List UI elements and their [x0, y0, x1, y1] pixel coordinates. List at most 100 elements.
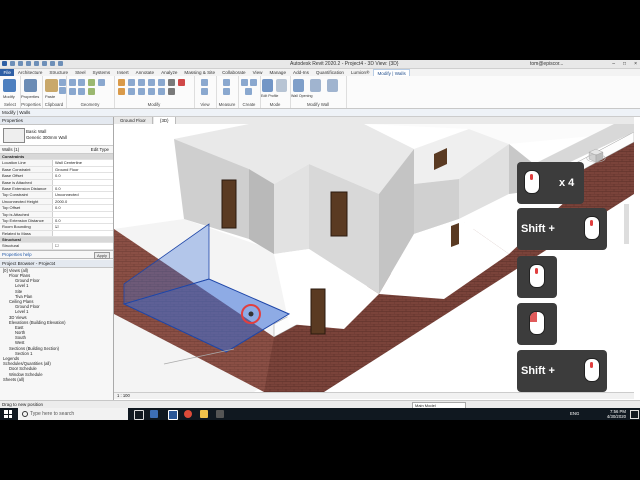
wall-joins-icon[interactable] — [78, 88, 85, 95]
file-explorer-icon[interactable] — [200, 410, 208, 418]
pin-icon[interactable] — [168, 79, 175, 86]
property-value[interactable]: ☑ — [52, 224, 113, 230]
copy-icon[interactable] — [59, 87, 66, 94]
tab-file[interactable]: File — [0, 69, 15, 76]
tab-structure[interactable]: Structure — [46, 69, 72, 76]
app-icon[interactable] — [216, 410, 224, 418]
door[interactable] — [330, 191, 348, 237]
tab-steel[interactable]: Steel — [72, 69, 89, 76]
mirror-pick-icon[interactable] — [138, 79, 145, 86]
attach-top-base-icon[interactable] — [310, 79, 321, 92]
print-icon[interactable] — [42, 61, 47, 66]
cope-icon[interactable] — [69, 79, 76, 86]
tab-quantification[interactable]: Quantification — [312, 69, 347, 76]
navigation-bar[interactable] — [624, 204, 629, 244]
cut-geometry-icon[interactable] — [69, 88, 76, 95]
property-value[interactable] — [52, 179, 113, 185]
notifications-icon[interactable] — [630, 410, 639, 419]
minimize-button[interactable]: – — [612, 61, 615, 67]
create-group-icon[interactable] — [245, 88, 252, 95]
type-selector[interactable]: Basic Wall Generic 300mm Wall — [0, 125, 113, 146]
align-icon[interactable] — [118, 79, 125, 86]
tab-manage[interactable]: Manage — [266, 69, 290, 76]
property-value[interactable]: Wall Centerline — [52, 160, 113, 166]
chrome-icon[interactable] — [184, 410, 192, 418]
property-value[interactable] — [52, 230, 113, 237]
move-icon[interactable] — [118, 88, 125, 95]
3d-view-icon[interactable] — [58, 61, 63, 66]
open-icon[interactable] — [10, 61, 15, 66]
property-value[interactable]: Ground Floor — [52, 166, 113, 173]
copy-element-icon[interactable] — [128, 88, 135, 95]
demolish-icon[interactable] — [98, 79, 105, 86]
windows-start-icon[interactable] — [4, 410, 12, 418]
edit-profile-icon[interactable] — [262, 79, 273, 92]
taskbar-search[interactable]: Type here to search — [18, 408, 128, 420]
save-icon[interactable] — [18, 61, 23, 66]
door[interactable] — [451, 223, 459, 247]
property-value[interactable]: 0.0 — [52, 185, 113, 192]
viewcube-icon[interactable] — [586, 146, 606, 166]
dimension-icon[interactable] — [223, 88, 230, 95]
user-account[interactable]: tom@episcor... — [530, 61, 563, 67]
hide-in-view-icon[interactable] — [201, 79, 208, 86]
view-scale[interactable]: 1 : 100 — [114, 393, 130, 398]
trim-icon[interactable] — [148, 88, 155, 95]
tab-add-ins[interactable]: Add-Ins — [290, 69, 313, 76]
door[interactable] — [221, 179, 237, 229]
instance-filter[interactable]: Walls (1) Edit Type — [0, 146, 113, 154]
modify-arrow-icon[interactable] — [3, 79, 16, 92]
tab-massing-site[interactable]: Massing & Site — [181, 69, 219, 76]
close-button[interactable]: × — [634, 61, 637, 67]
tab-analyze[interactable]: Analyze — [158, 69, 181, 76]
split-icon[interactable] — [158, 79, 165, 86]
apply-button[interactable]: Apply — [94, 251, 110, 259]
tab-annotate[interactable]: Annotate — [132, 69, 157, 76]
reset-profile-icon[interactable] — [276, 79, 287, 92]
measure-tool-icon[interactable] — [223, 79, 230, 86]
tab-ground-floor[interactable]: Ground Floor — [114, 117, 153, 124]
paste-icon[interactable] — [45, 79, 58, 92]
rotate-icon[interactable] — [138, 88, 145, 95]
properties-icon[interactable] — [24, 79, 37, 92]
cut-icon[interactable] — [59, 79, 66, 86]
override-graphics-icon[interactable] — [201, 88, 208, 95]
tab-collaborate[interactable]: Collaborate — [219, 69, 250, 76]
create-parts-icon[interactable] — [250, 79, 257, 86]
tab-insert[interactable]: Insert — [114, 69, 133, 76]
maximize-button[interactable]: □ — [623, 61, 626, 67]
door[interactable] — [310, 288, 326, 335]
scale-icon[interactable] — [168, 88, 175, 95]
mirror-draw-icon[interactable] — [148, 79, 155, 86]
tab-view[interactable]: View — [249, 69, 266, 76]
paint-icon[interactable] — [88, 88, 95, 95]
undo-icon[interactable] — [26, 61, 31, 66]
language-indicator[interactable]: ENG — [570, 411, 579, 416]
measure-icon[interactable] — [50, 61, 55, 66]
task-view-icon[interactable] — [134, 410, 144, 420]
browser-node[interactable]: Sheets (all) — [0, 377, 113, 382]
property-value[interactable]: 0.0 — [52, 205, 113, 211]
tab-systems[interactable]: Systems — [89, 69, 114, 76]
delete-icon[interactable] — [178, 79, 185, 86]
property-value[interactable]: Unconnected — [52, 192, 113, 198]
redo-icon[interactable] — [34, 61, 39, 66]
edit-type-button[interactable]: Edit Type — [91, 146, 109, 153]
property-value[interactable] — [52, 211, 113, 217]
property-value[interactable]: ☐ — [52, 243, 113, 249]
property-value[interactable]: 0.0 — [52, 217, 113, 224]
tab-modify-walls[interactable]: Modify | Walls — [372, 69, 411, 76]
detach-top-base-icon[interactable] — [327, 79, 338, 92]
revit-logo-icon[interactable] — [2, 61, 7, 66]
offset-icon[interactable] — [128, 79, 135, 86]
array-icon[interactable] — [158, 88, 165, 95]
create-assembly-icon[interactable] — [241, 79, 248, 86]
property-value[interactable]: 2000.0 — [52, 198, 113, 205]
tab-lumion[interactable]: Lumion® — [347, 69, 372, 76]
tab-3d-view[interactable]: {3D} — [154, 117, 176, 124]
wall-opening-icon[interactable] — [293, 79, 304, 92]
split-face-icon[interactable] — [88, 79, 95, 86]
edge-icon[interactable] — [150, 410, 158, 418]
join-icon[interactable] — [78, 79, 85, 86]
clock[interactable]: 7:56 PM 4/30/2020 — [604, 409, 626, 419]
